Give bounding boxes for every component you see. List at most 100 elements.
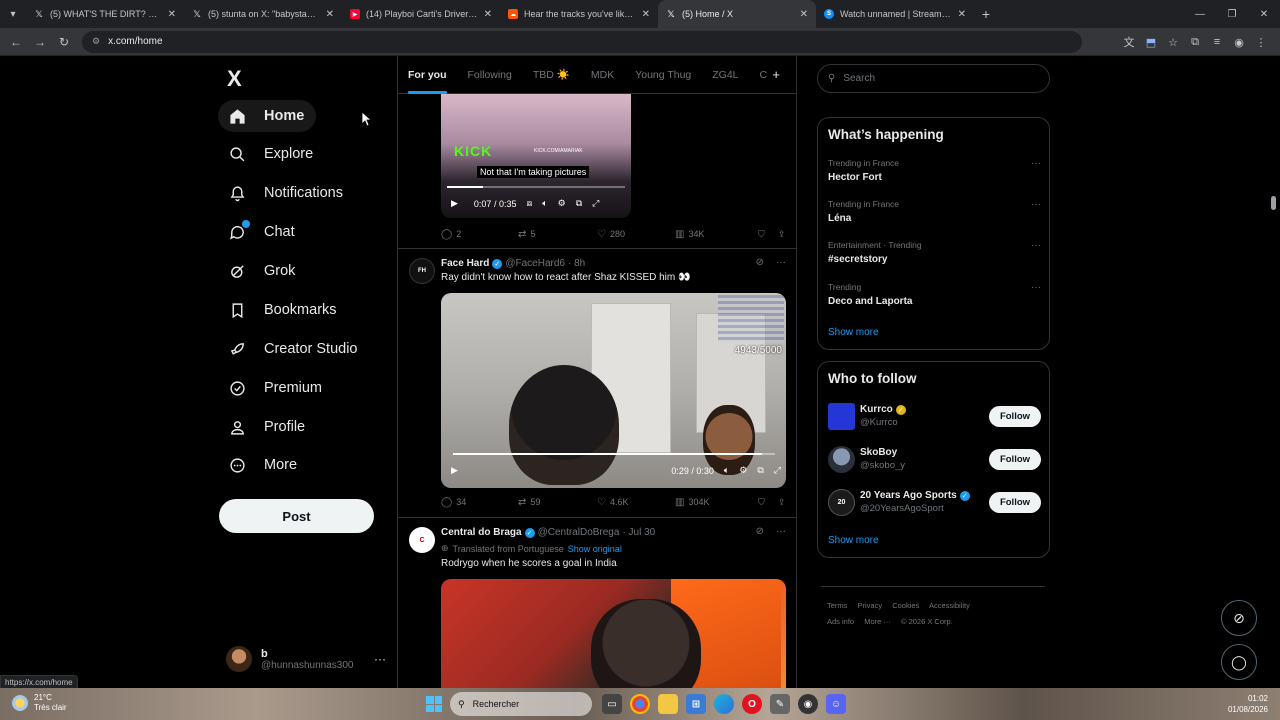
obs-icon[interactable]: ◉: [798, 694, 818, 714]
close-icon[interactable]: ✕: [326, 9, 334, 20]
author-name[interactable]: Face Hard: [441, 258, 489, 269]
post-time[interactable]: · 8h: [568, 258, 585, 269]
browser-tab-1[interactable]: 𝕏 (5) WHAT'S THE DIRT? on X: "Th ✕: [26, 0, 184, 28]
volume-icon[interactable]: 🔈︎: [724, 465, 729, 476]
show-more-link[interactable]: Show more: [828, 535, 879, 546]
close-icon[interactable]: ✕: [484, 9, 492, 20]
nav-profile[interactable]: Profile: [218, 411, 317, 443]
nav-notifications[interactable]: Notifications: [218, 177, 355, 209]
scrollbar[interactable]: [1268, 56, 1278, 688]
scrollbar-thumb[interactable]: [1271, 196, 1276, 210]
taskbar-search[interactable]: ⚲ Rechercher: [450, 692, 592, 716]
show-original-link[interactable]: Show original: [568, 544, 622, 554]
pip-icon[interactable]: ⧉: [576, 198, 582, 209]
url-field[interactable]: ⚙ x.com/home: [82, 30, 1082, 53]
trend-item[interactable]: Trending in France Léna ···: [828, 199, 1041, 224]
grok-icon[interactable]: ⊘: [756, 526, 764, 537]
back-icon[interactable]: ←: [4, 28, 28, 56]
follow-button[interactable]: Follow: [989, 492, 1041, 513]
author-handle[interactable]: @FaceHard6: [505, 258, 565, 269]
repost-button[interactable]: ⇄ 59: [518, 497, 597, 508]
windows-start-icon[interactable]: [426, 696, 442, 712]
share-icon[interactable]: ⇪: [778, 229, 786, 240]
captions-icon[interactable]: ⧈: [526, 198, 532, 209]
messages-fab-icon[interactable]: ◯: [1221, 644, 1257, 680]
footer-link[interactable]: Terms: [827, 601, 847, 610]
account-switcher[interactable]: b @hunnashunnas300 ···: [226, 642, 386, 676]
volume-icon[interactable]: 🔈︎: [542, 198, 547, 209]
tab-following[interactable]: Following: [468, 56, 512, 94]
follow-button[interactable]: Follow: [989, 449, 1041, 470]
author-handle[interactable]: @CentralDoBrega: [538, 527, 620, 538]
minimize-icon[interactable]: —: [1184, 0, 1216, 28]
grok-icon[interactable]: ⊘: [756, 257, 764, 268]
close-icon[interactable]: ✕: [168, 9, 176, 20]
edge-icon[interactable]: [714, 694, 734, 714]
bookmark-button[interactable]: ⛉: [758, 229, 778, 240]
maximize-icon[interactable]: ❐: [1216, 0, 1248, 28]
play-icon[interactable]: ▶: [451, 198, 458, 209]
follow-suggestion[interactable]: SkoBoy @skobo_y Follow: [828, 444, 1041, 474]
browser-tab-6[interactable]: S Watch unnamed | Streamable ✕: [816, 0, 974, 28]
follow-suggestion[interactable]: 20 20 Years Ago Sports ✓ @20YearsAgoSport…: [828, 487, 1041, 517]
more-icon[interactable]: ···: [776, 257, 786, 268]
footer-link[interactable]: Ads info: [827, 617, 854, 626]
pip-icon[interactable]: ⧉: [757, 465, 763, 476]
nav-explore[interactable]: Explore: [218, 138, 325, 170]
nav-chat[interactable]: Chat: [218, 216, 307, 248]
follow-suggestion[interactable]: Kurrco ✓ @Kurrco Follow: [828, 401, 1041, 431]
tab-tbd[interactable]: TBD ☀️: [533, 56, 570, 94]
footer-link[interactable]: Cookies: [892, 601, 919, 610]
footer-link[interactable]: More ···: [864, 617, 891, 626]
fullscreen-icon[interactable]: ⤢: [592, 198, 599, 209]
avatar[interactable]: FH: [409, 258, 435, 284]
translate-icon[interactable]: 文: [1118, 34, 1140, 50]
bookmark-button[interactable]: ⛉: [758, 497, 778, 508]
grok-fab-icon[interactable]: ⊘: [1221, 600, 1257, 636]
weather-widget[interactable]: 21°C Très clair: [12, 693, 67, 713]
fullscreen-icon[interactable]: ⤢: [774, 465, 781, 476]
nav-home[interactable]: Home: [218, 100, 317, 132]
app-icon[interactable]: ✎: [770, 694, 790, 714]
footer-link[interactable]: Privacy: [858, 601, 883, 610]
tab-c[interactable]: C: [760, 56, 768, 94]
views-button[interactable]: ▥ 304K: [675, 497, 758, 508]
store-icon[interactable]: ⊞: [686, 694, 706, 714]
search-input[interactable]: ⚲ Search: [817, 64, 1050, 93]
settings-icon[interactable]: ⚙: [739, 465, 747, 476]
video-player[interactable]: [441, 579, 786, 688]
add-tab-icon[interactable]: +: [772, 67, 780, 82]
video-player[interactable]: KICK KICK.COM/AMARIAK Not that I'm takin…: [441, 94, 631, 218]
views-button[interactable]: ▥ 34K: [675, 229, 758, 240]
forward-icon[interactable]: →: [28, 28, 52, 56]
video-player[interactable]: 4943/5000 ▶ 0:29 / 0:30 🔈︎ ⚙ ⧉ ⤢: [441, 293, 786, 488]
nav-more[interactable]: More: [218, 449, 309, 481]
opera-icon[interactable]: O: [742, 694, 762, 714]
file-explorer-icon[interactable]: [658, 694, 678, 714]
tab-for-you[interactable]: For you: [408, 56, 447, 94]
tab-mdk[interactable]: MDK: [591, 56, 614, 94]
more-icon[interactable]: ···: [1031, 199, 1041, 210]
nav-creator-studio[interactable]: Creator Studio: [218, 333, 370, 365]
post-time[interactable]: · Jul 30: [622, 527, 655, 538]
browser-tab-5[interactable]: 𝕏 (5) Home / X ✕: [658, 0, 816, 28]
bookmark-star-icon[interactable]: ☆: [1162, 36, 1184, 49]
tab-young-thug[interactable]: Young Thug: [635, 56, 691, 94]
avatar[interactable]: C: [409, 527, 435, 553]
browser-tab-2[interactable]: 𝕏 (5) stunta on X: "babystaydown ✕: [184, 0, 342, 28]
task-view-icon[interactable]: ▭: [602, 694, 622, 714]
more-icon[interactable]: ···: [776, 526, 786, 537]
menu-icon[interactable]: ⋮: [1250, 36, 1272, 49]
new-tab-button[interactable]: +: [974, 6, 998, 22]
trend-item[interactable]: Trending in France Hector Fort ···: [828, 158, 1041, 183]
more-icon[interactable]: ···: [1031, 282, 1041, 293]
browser-tab-3[interactable]: ▶ (14) Playboi Carti's Driver Assa ✕: [342, 0, 500, 28]
site-info-icon[interactable]: ⚙: [92, 36, 100, 47]
reload-icon[interactable]: ↻: [52, 28, 76, 56]
system-clock[interactable]: 01:02 01/08/2026: [1228, 693, 1268, 715]
post-button[interactable]: Post: [219, 499, 374, 533]
tab-zg4l[interactable]: ZG4L: [712, 56, 738, 94]
browser-tab-4[interactable]: ☁ Hear the tracks you've liked: on ✕: [500, 0, 658, 28]
extensions-icon[interactable]: ⧉: [1184, 36, 1206, 49]
close-icon[interactable]: ✕: [958, 9, 966, 20]
